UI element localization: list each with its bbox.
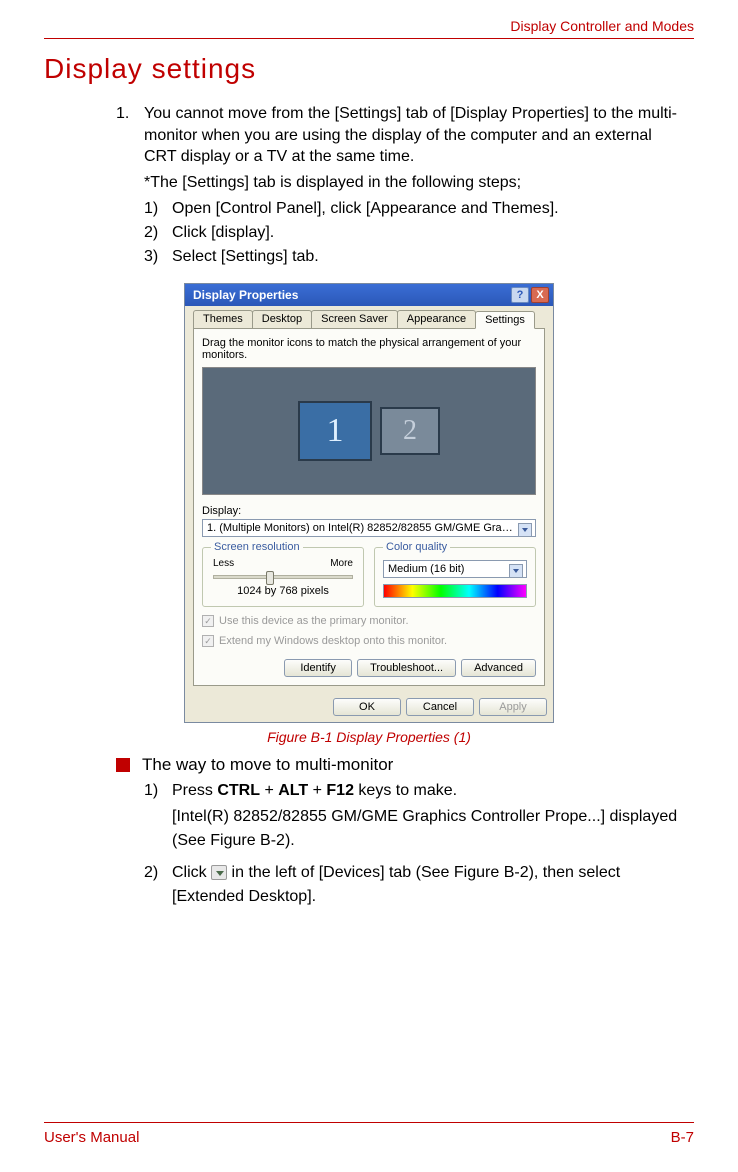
dialog-title: Display Properties (193, 288, 509, 302)
text-fragment: Press (172, 782, 217, 799)
list-item: 2) Click [display]. (144, 221, 686, 245)
slider-thumb[interactable] (266, 571, 274, 585)
primary-monitor-label: Use this device as the primary monitor. (219, 615, 409, 627)
bullet-heading-row: The way to move to multi-monitor (116, 755, 686, 775)
list-number: 1) (144, 779, 172, 853)
dropdown-arrow-icon (211, 865, 227, 880)
list-number: 2) (144, 221, 172, 245)
footer-left: User's Manual (44, 1129, 139, 1146)
note-text: *The [Settings] tab is displayed in the … (144, 172, 686, 194)
list-number: 1) (144, 197, 172, 221)
page-title: Display settings (44, 53, 694, 85)
screen-resolution-group: Screen resolution Less More 1024 by 768 … (202, 547, 364, 607)
color-quality-select[interactable]: Medium (16 bit) (383, 560, 527, 578)
list-text: Select [Settings] tab. (172, 245, 686, 269)
instruction-text: Drag the monitor icons to match the phys… (202, 337, 536, 361)
apply-button[interactable]: Apply (479, 698, 547, 716)
identify-button[interactable]: Identify (284, 659, 352, 677)
advanced-button[interactable]: Advanced (461, 659, 536, 677)
bullet-icon (116, 758, 130, 772)
slider-less-label: Less (213, 558, 234, 569)
resolution-slider[interactable] (213, 575, 353, 579)
slider-more-label: More (330, 558, 353, 569)
extend-desktop-label: Extend my Windows desktop onto this moni… (219, 635, 447, 647)
resolution-value: 1024 by 768 pixels (211, 585, 355, 597)
ok-button[interactable]: OK (333, 698, 401, 716)
key-ctrl: CTRL (217, 782, 260, 799)
list-item: 3) Select [Settings] tab. (144, 245, 686, 269)
list-number: 2) (144, 861, 172, 909)
list-text: You cannot move from the [Settings] tab … (144, 103, 686, 168)
help-button[interactable]: ? (511, 287, 529, 303)
tab-panel-settings: Drag the monitor icons to match the phys… (193, 328, 545, 686)
key-alt: ALT (278, 782, 308, 799)
color-quality-group: Color quality Medium (16 bit) (374, 547, 536, 607)
list-item: 2) Click in the left of [Devices] tab (S… (144, 861, 686, 909)
checkbox-icon: ✓ (202, 615, 214, 627)
list-text: Press CTRL + ALT + F12 keys to make. [In… (172, 779, 686, 853)
cancel-button[interactable]: Cancel (406, 698, 474, 716)
tab-desktop[interactable]: Desktop (252, 310, 312, 328)
text-fragment: keys to make. (354, 782, 457, 799)
display-label: Display: (202, 505, 536, 517)
figure-caption: Figure B-1 Display Properties (1) (44, 729, 694, 745)
text-fragment: [Intel(R) 82852/82855 GM/GME Graphics Co… (172, 805, 686, 853)
list-item: 1) Open [Control Panel], click [Appearan… (144, 197, 686, 221)
tab-appearance[interactable]: Appearance (397, 310, 476, 328)
page-footer: User's Manual B-7 (44, 1122, 694, 1146)
list-number: 1. (116, 103, 144, 168)
monitor-1[interactable]: 1 (298, 401, 372, 461)
list-number: 3) (144, 245, 172, 269)
tab-settings[interactable]: Settings (475, 311, 535, 329)
dialog-tabs: Themes Desktop Screen Saver Appearance S… (193, 310, 545, 328)
close-button[interactable]: X (531, 287, 549, 303)
color-gradient (383, 584, 527, 598)
color-quality-legend: Color quality (383, 541, 450, 553)
text-fragment: + (308, 782, 326, 799)
text-fragment: in the left of [Devices] tab (See Figure… (172, 864, 620, 905)
footer-rule (44, 1122, 694, 1123)
bullet-heading: The way to move to multi-monitor (142, 755, 393, 775)
monitor-arrangement[interactable]: 1 2 (202, 367, 536, 495)
display-select[interactable]: 1. (Multiple Monitors) on Intel(R) 82852… (202, 519, 536, 537)
header-section: Display Controller and Modes (44, 18, 694, 34)
list-text: Open [Control Panel], click [Appearance … (172, 197, 686, 221)
tab-screensaver[interactable]: Screen Saver (311, 310, 398, 328)
primary-monitor-checkbox-row: ✓ Use this device as the primary monitor… (202, 615, 536, 627)
text-fragment: + (260, 782, 278, 799)
list-text: Click in the left of [Devices] tab (See … (172, 861, 686, 909)
display-properties-dialog: Display Properties ? X Themes Desktop Sc… (184, 283, 554, 723)
screen-resolution-legend: Screen resolution (211, 541, 303, 553)
footer-right: B-7 (671, 1129, 694, 1146)
list-item: 1) Press CTRL + ALT + F12 keys to make. … (144, 779, 686, 853)
key-f12: F12 (326, 782, 354, 799)
troubleshoot-button[interactable]: Troubleshoot... (357, 659, 456, 677)
checkbox-icon: ✓ (202, 635, 214, 647)
list-item: 1. You cannot move from the [Settings] t… (116, 103, 686, 168)
dialog-titlebar: Display Properties ? X (185, 284, 553, 306)
text-fragment: Click (172, 864, 211, 881)
list-text: Click [display]. (172, 221, 686, 245)
monitor-2[interactable]: 2 (380, 407, 440, 455)
header-rule (44, 38, 694, 39)
extend-desktop-checkbox-row: ✓ Extend my Windows desktop onto this mo… (202, 635, 536, 647)
tab-themes[interactable]: Themes (193, 310, 253, 328)
